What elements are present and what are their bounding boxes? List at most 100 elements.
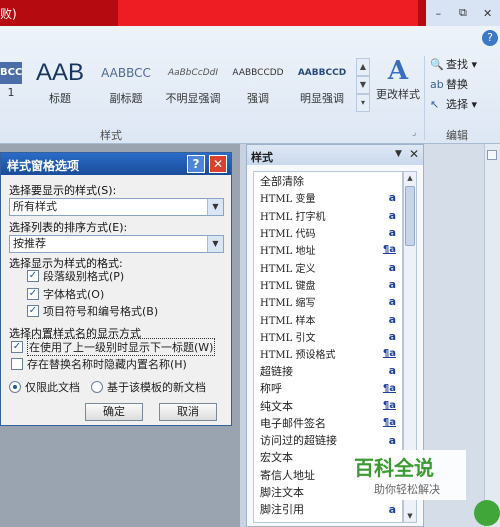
find-icon: 🔍 (430, 58, 444, 71)
style-list-item[interactable]: 超链接 a (254, 362, 402, 379)
checkbox-icon: ✓ (11, 341, 23, 353)
style-list-item[interactable]: 纯文本 ¶a (254, 397, 402, 414)
checkbox-icon: ✓ (27, 270, 39, 282)
show-styles-label: 选择要显示的样式(S): (9, 184, 117, 197)
style-tile-title[interactable]: AAB 标题 (28, 56, 92, 112)
dialog-title-bar[interactable]: 样式窗格选项 ? ✕ (1, 153, 231, 175)
style-list-item[interactable]: HTML 缩写 a (254, 293, 402, 310)
style-tile-intense-emphasis[interactable]: AABBCCD 明显强调 (290, 56, 354, 112)
checkbox-label: 段落级别格式(P) (43, 270, 125, 283)
style-list-item[interactable]: HTML 打字机 a (254, 207, 402, 224)
style-name: 访问过的超链接 (260, 434, 337, 448)
style-name: 纯文本 (260, 399, 293, 413)
style-list-item[interactable]: HTML 地址 ¶a (254, 241, 402, 258)
checkbox-icon: ✓ (27, 288, 39, 300)
style-list-item[interactable]: HTML 代码 a (254, 224, 402, 241)
show-styles-select[interactable]: 所有样式 ▼ (9, 198, 224, 216)
style-name: HTML 键盘 (260, 280, 316, 292)
style-tile-subtle-emphasis[interactable]: AaBbCcDdI 不明显强调 (160, 56, 226, 112)
replace-label: 替换 (446, 78, 468, 91)
style-name: HTML 定义 (260, 263, 316, 275)
help-icon[interactable]: ? (482, 30, 498, 46)
dialog-launcher-icon[interactable]: ⌟ (412, 128, 416, 138)
find-label: 查找 ▾ (446, 58, 478, 71)
select-button[interactable]: ↖ 选择 ▾ (430, 95, 500, 115)
gallery-more-icon[interactable]: ▾ (356, 94, 370, 112)
find-button[interactable]: 🔍 查找 ▾ (430, 55, 500, 75)
radio-icon (91, 381, 103, 393)
style-tile-emphasis[interactable]: AABBCCDD 强调 (226, 56, 290, 112)
style-name: 宏文本 (260, 451, 293, 465)
title-bar: 败) – ⧉ ✕ (0, 0, 500, 26)
dialog-close-icon[interactable]: ✕ (209, 155, 227, 173)
title-highlight (118, 0, 418, 26)
sort-order-select[interactable]: 按推荐 ▼ (9, 235, 224, 253)
style-list-item[interactable]: 脚注引用 a (254, 501, 402, 518)
style-tile-label: 标题 (49, 92, 71, 105)
scroll-up-icon[interactable]: ▲ (404, 172, 416, 184)
change-styles-icon: A (387, 56, 409, 86)
style-name: HTML 地址 (260, 246, 316, 258)
radio-icon (9, 381, 21, 393)
show-styles-value: 所有样式 (13, 200, 57, 213)
character-style-icon: a (388, 502, 396, 516)
gallery-down-icon[interactable]: ▼ (356, 76, 370, 94)
style-list-item[interactable]: HTML 键盘 a (254, 276, 402, 293)
style-list-item[interactable]: 电子邮件签名 ¶a (254, 414, 402, 431)
scrollbar-thumb[interactable] (405, 186, 415, 246)
restore-icon[interactable]: ⧉ (453, 6, 473, 20)
template-documents-radio[interactable]: 基于该模板的新文档 (91, 379, 206, 395)
cancel-button[interactable]: 取消 (159, 403, 217, 421)
this-document-radio[interactable]: 仅限此文档 (9, 379, 80, 395)
pane-menu-icon[interactable]: ▼ (395, 149, 402, 159)
checkbox-label: 在使用了上一级别时显示下一标题(W) (27, 338, 216, 356)
window-controls: – ⧉ ✕ (426, 0, 500, 26)
style-tile-partial[interactable]: BCCI 1 (0, 56, 22, 112)
pane-close-icon[interactable]: ✕ (409, 147, 419, 161)
style-tile-sample: AABBCCDD (232, 68, 284, 78)
show-next-heading-checkbox[interactable]: ✓ 在使用了上一级别时显示下一标题(W) (11, 338, 216, 356)
ruler-toggle-icon[interactable] (487, 150, 497, 160)
close-icon[interactable]: ✕ (478, 7, 498, 20)
style-name: 脚注文本 (260, 485, 304, 499)
style-list-item[interactable]: 称呼 ¶a (254, 380, 402, 397)
style-list-item[interactable]: HTML 定义 a (254, 258, 402, 275)
gallery-up-icon[interactable]: ▲ (356, 58, 370, 76)
select-label: 选择 ▾ (446, 98, 478, 111)
style-list-item[interactable]: HTML 预设格式 ¶a (254, 345, 402, 362)
watermark-logo: 百科全说 (354, 456, 434, 480)
style-name: 称呼 (260, 382, 282, 396)
paragraph-format-checkbox[interactable]: ✓ 段落级别格式(P) (27, 268, 124, 284)
style-name: HTML 代码 (260, 229, 316, 241)
select-cursor-icon: ↖ (430, 98, 440, 111)
style-list-item[interactable]: 全部清除 (254, 172, 402, 189)
character-style-icon: a (388, 208, 396, 222)
style-list-item[interactable]: HTML 样本 a (254, 310, 402, 327)
ok-button[interactable]: 确定 (85, 403, 143, 421)
dialog-help-icon[interactable]: ? (187, 155, 205, 173)
scroll-down-icon[interactable]: ▼ (404, 510, 416, 522)
watermark: 百科全说 助你轻松解决 (346, 450, 466, 500)
style-name: HTML 变量 (260, 194, 316, 206)
character-style-icon: a (388, 312, 396, 326)
minimize-icon[interactable]: – (428, 7, 448, 20)
replace-button[interactable]: ab 替换 (430, 75, 500, 95)
style-tile-label: 不明显强调 (165, 92, 221, 105)
style-tile-label: 副标题 (109, 92, 143, 105)
font-format-checkbox[interactable]: ✓ 字体格式(O) (27, 286, 104, 302)
styles-group-label: 样式 (100, 129, 122, 142)
style-list-item[interactable]: 访问过的超链接 a (254, 431, 402, 448)
linked-style-icon: ¶a (382, 348, 396, 360)
style-name: 超链接 (260, 364, 293, 378)
dialog-title: 样式窗格选项 (7, 159, 80, 173)
style-name: 电子邮件签名 (260, 416, 326, 430)
style-list-item[interactable]: HTML 引文 a (254, 328, 402, 345)
change-styles-button[interactable]: A 更改样式 (372, 56, 424, 118)
character-style-icon: a (388, 277, 396, 291)
bullet-format-checkbox[interactable]: ✓ 项目符号和编号格式(B) (27, 303, 158, 319)
style-list-item[interactable]: HTML 变量 a (254, 189, 402, 206)
hide-builtin-name-checkbox[interactable]: 存在替换名称时隐藏内置名称(H) (11, 356, 187, 372)
style-name: HTML 预设格式 (260, 350, 336, 362)
style-tile-subtitle[interactable]: AABBCC 副标题 (94, 56, 158, 112)
styles-pane-header: 样式 ▼ ✕ (247, 145, 423, 165)
